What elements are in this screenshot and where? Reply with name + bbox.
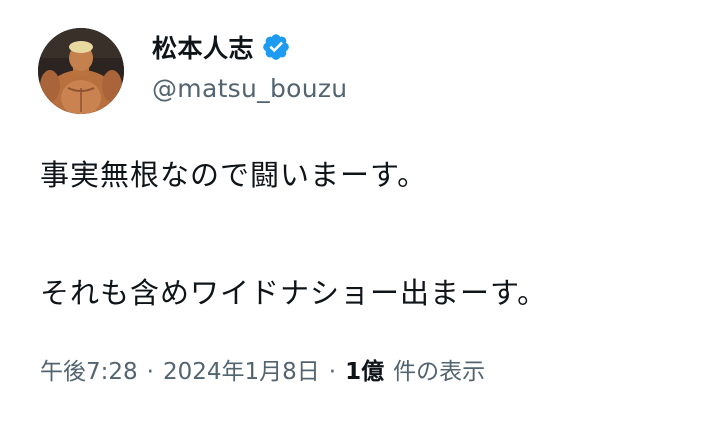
tweet-text-line-2: それも含めワイドナショー出まーす。 <box>40 276 548 310</box>
tweet-card: 松本人志 @matsu_bouzu 事実無根なので闘いまーす。 それも含めワイド… <box>0 0 714 426</box>
name-row: 松本人志 <box>152 30 347 64</box>
tweet-time[interactable]: 午後7:28 <box>40 352 138 386</box>
avatar[interactable] <box>38 28 124 114</box>
tweet-meta: 午後7:28 · 2024年1月8日 · 1億 件の表示 <box>40 352 485 386</box>
views-label: 件の表示 <box>393 359 486 385</box>
display-name[interactable]: 松本人志 <box>152 29 254 65</box>
user-handle[interactable]: @matsu_bouzu <box>152 74 347 103</box>
meta-separator: · <box>146 359 154 385</box>
author-block: 松本人志 @matsu_bouzu <box>152 30 347 103</box>
views-count: 1億 <box>345 359 385 385</box>
tweet-date[interactable]: 2024年1月8日 <box>163 352 320 386</box>
meta-separator: · <box>328 359 337 385</box>
verified-badge-icon[interactable] <box>261 32 291 62</box>
tweet-text-line-1: 事実無根なので闘いまーす。 <box>40 158 428 192</box>
